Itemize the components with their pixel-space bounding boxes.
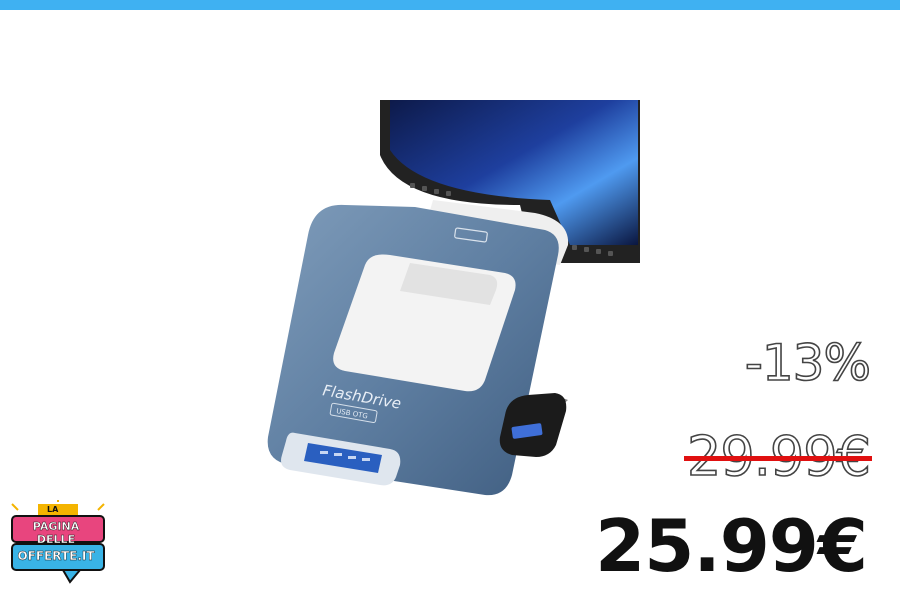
- logo-line3: OFFERTE.IT: [17, 549, 95, 563]
- brand-logo: [11, 500, 105, 584]
- strike-line: [684, 456, 872, 461]
- product-image: FlashDrive USB OTG: [267, 100, 640, 496]
- logo-line2: PAGINA DELLE: [32, 520, 80, 546]
- new-price: 25.99€: [595, 504, 868, 588]
- logo-line1: LA: [47, 505, 59, 514]
- top-accent-bar: [0, 0, 900, 10]
- discount-badge: -13%: [744, 334, 872, 392]
